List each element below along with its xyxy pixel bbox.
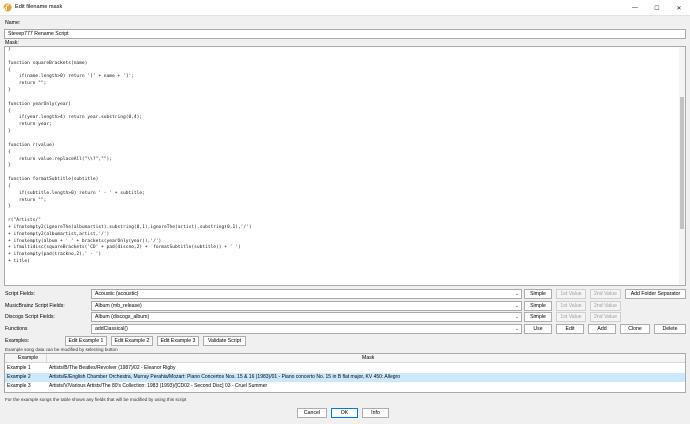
function-edit-button[interactable]: Edit: [556, 324, 584, 334]
examples-label: Examples:: [5, 338, 30, 344]
musicbrainz-simple-button[interactable]: Simple: [524, 301, 552, 311]
discogs-simple-button[interactable]: Simple: [524, 312, 552, 322]
info-button[interactable]: Info: [362, 408, 389, 418]
close-button[interactable]: ✕: [668, 0, 690, 16]
function-delete-button[interactable]: Delete: [654, 324, 686, 334]
example-cell: Example 3: [7, 383, 31, 389]
table-row[interactable]: Example 1 Artists/B/The Beatles/Revolver…: [5, 364, 685, 373]
script-fields-value: Acoustic (acoustic): [95, 291, 139, 297]
functions-label: Functions: [5, 326, 28, 332]
validate-script-button[interactable]: Validate Script: [203, 336, 246, 346]
name-label: Name:: [5, 20, 21, 26]
example-hint-text: Example song data can be modified by sel…: [5, 347, 118, 352]
function-add-button[interactable]: Add: [588, 324, 616, 334]
script-fields-select[interactable]: Acoustic (acoustic) ⌄: [91, 289, 522, 299]
script-fields-label: Script Fields:: [5, 291, 35, 297]
edit-example-3-button[interactable]: Edit Example 3: [157, 336, 199, 346]
script-2nd-value-button[interactable]: 2nd Value: [590, 289, 621, 299]
script-1st-value-button[interactable]: 1st Value: [556, 289, 586, 299]
function-clone-button[interactable]: Clone: [620, 324, 650, 334]
function-use-button[interactable]: Use: [524, 324, 552, 334]
mask-editor[interactable]: } function squareBrackets(name) { if(nam…: [4, 46, 686, 286]
mask-cell: Artists/E/English Chamber Orchestra, Mur…: [49, 374, 400, 380]
table-header: Example Mask: [5, 354, 685, 363]
discogs-1st-value-button[interactable]: 1st Value: [556, 312, 586, 322]
functions-value: addClassical(): [95, 326, 128, 332]
musicbrainz-fields-select[interactable]: Album (mb_release) ⌄: [91, 301, 522, 311]
example-cell: Example 2: [7, 374, 31, 380]
add-folder-separator-button[interactable]: Add Folder Separator: [625, 289, 686, 299]
discogs-fields-select[interactable]: Album (discogs_album) ⌄: [91, 312, 522, 322]
mask-cell: Artists/V/Various Artists/The 80's Colle…: [49, 383, 268, 389]
discogs-2nd-value-button[interactable]: 2nd Value: [590, 312, 621, 322]
chevron-down-icon: ⌄: [514, 291, 519, 297]
chevron-down-icon: ⌄: [514, 314, 519, 320]
musicbrainz-2nd-value-button[interactable]: 2nd Value: [590, 301, 621, 311]
edit-example-2-button[interactable]: Edit Example 2: [111, 336, 153, 346]
column-divider: [46, 354, 47, 363]
mask-vertical-scrollbar[interactable]: [679, 47, 685, 285]
name-input[interactable]: Stevep777 Rename Script: [4, 29, 686, 39]
window-title: Edit filename mask: [15, 4, 63, 10]
jaikoz-app-icon: [3, 3, 12, 12]
footer-note: For the example songs the table shows an…: [5, 397, 187, 402]
musicbrainz-1st-value-button[interactable]: 1st Value: [556, 301, 586, 311]
table-row-selected[interactable]: Example 2 Artists/E/English Chamber Orch…: [5, 373, 685, 382]
scrollbar-thumb[interactable]: [680, 97, 684, 229]
column-header-example[interactable]: Example: [18, 355, 38, 361]
musicbrainz-fields-value: Album (mb_release): [95, 303, 142, 309]
edit-example-1-button[interactable]: Edit Example 1: [65, 336, 107, 346]
chevron-down-icon: ⌄: [514, 303, 519, 309]
example-cell: Example 1: [7, 365, 31, 371]
discogs-fields-label: Discogs Script Fields:: [5, 314, 55, 320]
examples-table[interactable]: Example Mask Example 1 Artists/B/The Bea…: [4, 353, 686, 393]
column-header-mask[interactable]: Mask: [362, 355, 374, 361]
mask-code-text[interactable]: } function squareBrackets(name) { if(nam…: [8, 47, 252, 266]
cancel-button[interactable]: Cancel: [297, 408, 327, 418]
mask-cell: Artists/B/The Beatles/Revolver (1987)/02…: [49, 365, 176, 371]
table-row[interactable]: Example 3 Artists/V/Various Artists/The …: [5, 382, 685, 391]
minimize-button[interactable]: —: [624, 0, 646, 16]
maximize-button[interactable]: ☐: [646, 0, 668, 16]
title-bar: Edit filename mask — ☐ ✕: [0, 0, 690, 16]
discogs-fields-value: Album (discogs_album): [95, 314, 150, 320]
musicbrainz-fields-label: MusicBrainz Script Fields:: [5, 303, 65, 309]
chevron-down-icon: ⌄: [514, 326, 519, 332]
functions-select[interactable]: addClassical() ⌄: [91, 324, 522, 334]
ok-button[interactable]: OK: [331, 408, 358, 418]
script-simple-button[interactable]: Simple: [524, 289, 552, 299]
